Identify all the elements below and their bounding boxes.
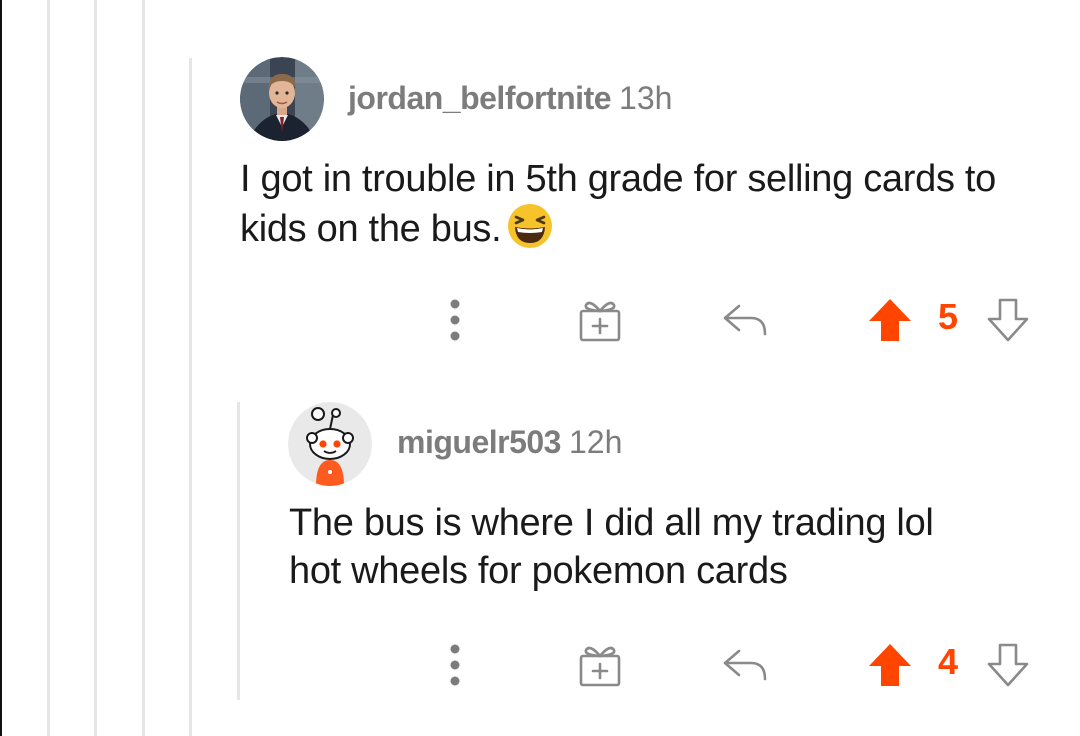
avatar[interactable] (288, 402, 372, 486)
reply-button[interactable] (715, 290, 775, 350)
thread-line-5[interactable] (237, 402, 240, 700)
comment-actions: 5 (420, 290, 1040, 350)
username[interactable]: jordan_belfortnite (348, 80, 612, 116)
vote-count: 5 (938, 296, 959, 337)
upvote-button[interactable] (860, 290, 920, 350)
comment-meta: jordan_belfortnite 13h (348, 80, 672, 117)
gift-icon (579, 646, 621, 687)
comment-text-line-1: The bus is where I did all my trading lo… (289, 502, 934, 544)
upvote-button[interactable] (860, 635, 920, 695)
timestamp: 12h (568, 424, 623, 460)
comment-body: The bus is where I did all my trading lo… (289, 499, 1069, 595)
comment-actions: 4 (420, 635, 1040, 695)
gift-icon (579, 301, 621, 342)
comment-text-line-2: hot wheels for pokemon cards (289, 550, 788, 592)
reply-arrow-icon (723, 649, 767, 681)
timestamp: 13h (619, 80, 673, 116)
reply-button[interactable] (715, 635, 775, 695)
thread-line-1[interactable] (47, 0, 50, 736)
downvote-button[interactable] (982, 290, 1034, 350)
thread-line-3[interactable] (142, 0, 145, 736)
reply-arrow-icon (723, 304, 767, 336)
laughing-squinting-emoji (508, 204, 553, 248)
thread-line-4[interactable] (189, 58, 192, 736)
username[interactable]: miguelr503 (397, 424, 561, 460)
comment-meta: miguelr503 12h (397, 424, 622, 461)
window-edge (0, 0, 2, 736)
vote-count: 4 (938, 641, 959, 682)
award-button[interactable] (570, 635, 630, 695)
downvote-arrow-icon (987, 643, 1029, 687)
downvote-button[interactable] (982, 635, 1034, 695)
avatar[interactable] (240, 57, 324, 141)
thread-line-2[interactable] (94, 0, 97, 736)
more-options-button[interactable] (440, 290, 470, 350)
more-vertical-icon (450, 299, 460, 341)
comment-text: I got in trouble in 5th grade for sellin… (240, 158, 997, 250)
more-vertical-icon (450, 644, 460, 686)
more-options-button[interactable] (440, 635, 470, 695)
comment-body: I got in trouble in 5th grade for sellin… (240, 155, 1060, 253)
award-button[interactable] (570, 290, 630, 350)
upvote-arrow-icon (869, 299, 911, 341)
downvote-arrow-icon (987, 298, 1029, 342)
upvote-arrow-icon (869, 644, 911, 686)
